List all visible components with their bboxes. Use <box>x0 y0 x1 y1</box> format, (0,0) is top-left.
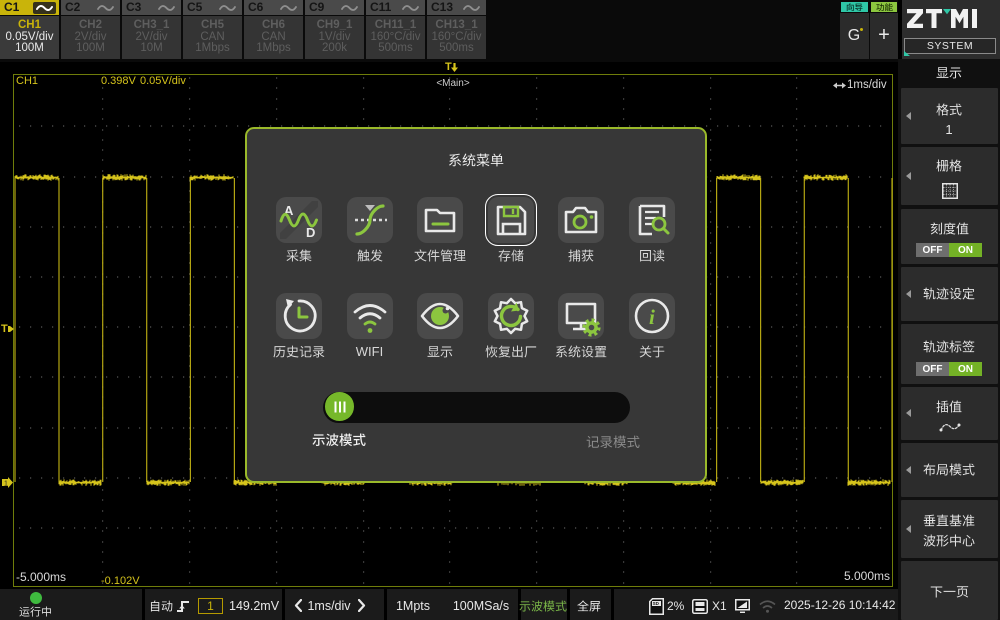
svg-text:D: D <box>306 225 315 240</box>
svg-text:i: i <box>649 305 655 329</box>
svg-text:1: 1 <box>4 481 8 488</box>
svg-text:SD: SD <box>653 601 660 606</box>
